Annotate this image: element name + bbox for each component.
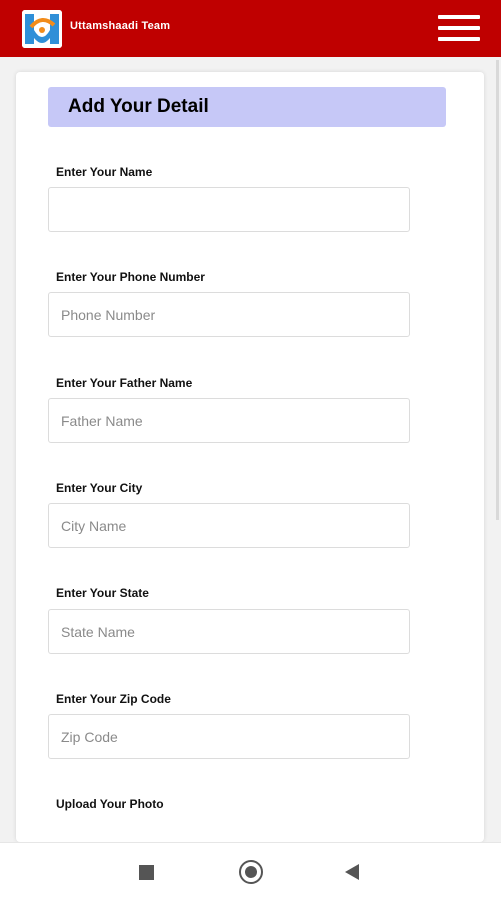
app-bar: Uttamshaadi Team	[0, 0, 501, 57]
app-logo-icon	[22, 10, 62, 48]
circle-home-icon[interactable]	[239, 860, 263, 884]
hamburger-menu-icon[interactable]	[438, 15, 482, 45]
menu-line	[438, 37, 480, 41]
name-input[interactable]	[48, 187, 410, 232]
zip-code-label: Enter Your Zip Code	[56, 692, 171, 706]
menu-line	[438, 26, 480, 30]
state-label: Enter Your State	[56, 586, 149, 600]
state-input[interactable]	[48, 609, 410, 654]
city-label: Enter Your City	[56, 481, 143, 495]
phone-label: Enter Your Phone Number	[56, 270, 205, 284]
father-name-label: Enter Your Father Name	[56, 376, 193, 390]
page-title: Add Your Detail	[68, 96, 209, 117]
zip-code-input[interactable]	[48, 714, 410, 759]
system-nav-bar	[0, 842, 501, 901]
scroll-indicator[interactable]	[496, 60, 499, 520]
father-name-input[interactable]	[48, 398, 410, 443]
name-label: Enter Your Name	[56, 165, 153, 179]
app-title: Uttamshaadi Team	[70, 20, 171, 32]
phone-input[interactable]	[48, 292, 410, 337]
city-input[interactable]	[48, 503, 410, 548]
menu-line	[438, 15, 480, 19]
square-recents-icon[interactable]	[139, 865, 154, 880]
form-heading-bar: Add Your Detail	[48, 87, 446, 127]
form-card: Add Your Detail Enter Your Name Enter Yo…	[16, 72, 484, 842]
photo-upload-label: Upload Your Photo	[56, 797, 164, 811]
triangle-back-icon[interactable]	[345, 864, 359, 880]
